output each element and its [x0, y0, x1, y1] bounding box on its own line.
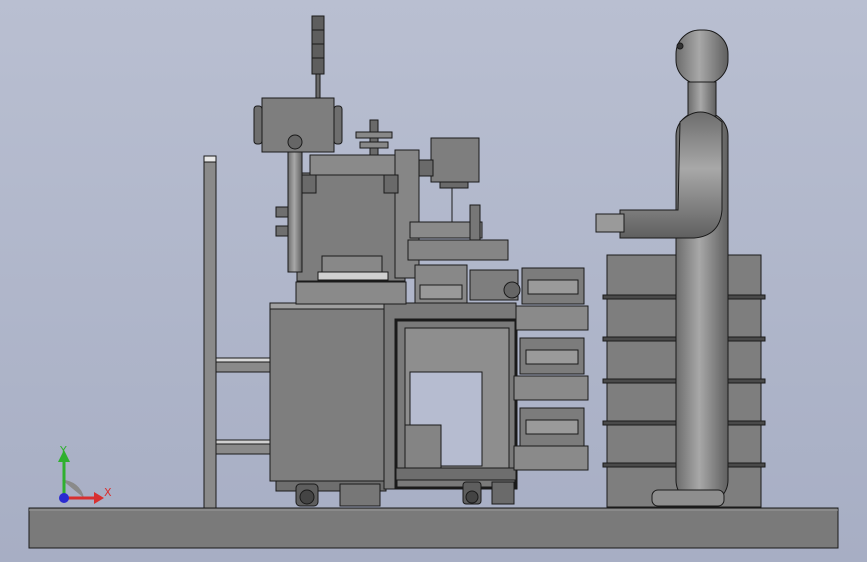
cad-model-view[interactable]: Y X	[0, 0, 867, 562]
open-frame	[383, 302, 518, 505]
tower-light	[311, 15, 325, 99]
spindle-stack	[355, 119, 393, 156]
left-frame-stand	[203, 155, 273, 509]
cad-viewport[interactable]: Y X	[0, 0, 867, 562]
feed-mechanism	[407, 204, 521, 304]
axis-triad: Y X	[58, 444, 112, 504]
base-plate	[28, 507, 839, 549]
z-axis-dot	[59, 493, 69, 503]
x-axis-label: X	[104, 486, 112, 499]
main-cabinet	[269, 302, 397, 507]
tray-stack	[513, 267, 589, 471]
y-axis-label: Y	[59, 444, 67, 457]
